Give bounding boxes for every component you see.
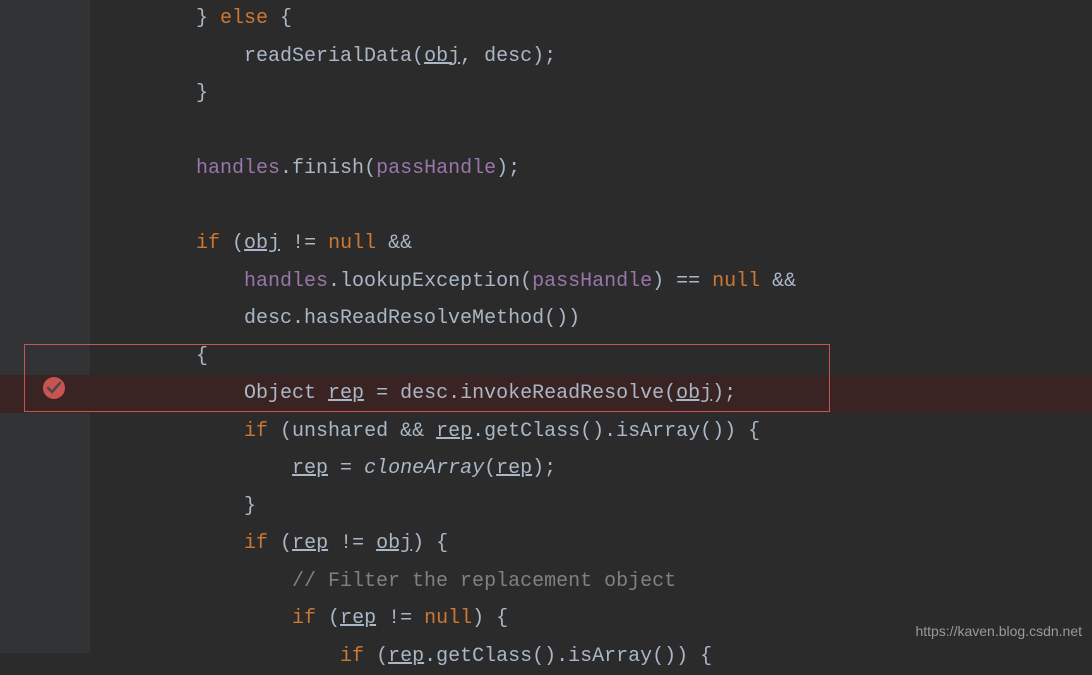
code-line[interactable]: } else { (90, 0, 1092, 38)
code-line[interactable]: handles.finish(passHandle); (90, 150, 1092, 188)
breakpoint-icon[interactable] (42, 376, 66, 400)
code-line[interactable]: handles.lookupException(passHandle) == n… (90, 263, 1092, 301)
code-line[interactable]: if (unshared && rep.getClass().isArray()… (90, 413, 1092, 451)
watermark-text: https://kaven.blog.csdn.net (915, 623, 1082, 639)
code-line[interactable]: } (90, 75, 1092, 113)
code-line[interactable]: rep = cloneArray(rep); (90, 450, 1092, 488)
code-line[interactable]: if (obj != null && (90, 225, 1092, 263)
code-line[interactable]: // Filter the replacement object (90, 563, 1092, 601)
code-editor[interactable]: } else { readSerialData(obj, desc); } ha… (90, 0, 1092, 653)
gutter[interactable] (0, 0, 90, 653)
code-line[interactable]: { (90, 338, 1092, 376)
code-line[interactable]: Object rep = desc.invokeReadResolve(obj)… (90, 375, 1092, 413)
code-line[interactable] (90, 113, 1092, 151)
code-line[interactable]: } (90, 488, 1092, 526)
code-line[interactable] (90, 188, 1092, 226)
code-line[interactable]: if (rep != obj) { (90, 525, 1092, 563)
code-line[interactable]: if (rep.getClass().isArray()) { (90, 638, 1092, 675)
code-line[interactable]: readSerialData(obj, desc); (90, 38, 1092, 76)
code-line[interactable]: desc.hasReadResolveMethod()) (90, 300, 1092, 338)
